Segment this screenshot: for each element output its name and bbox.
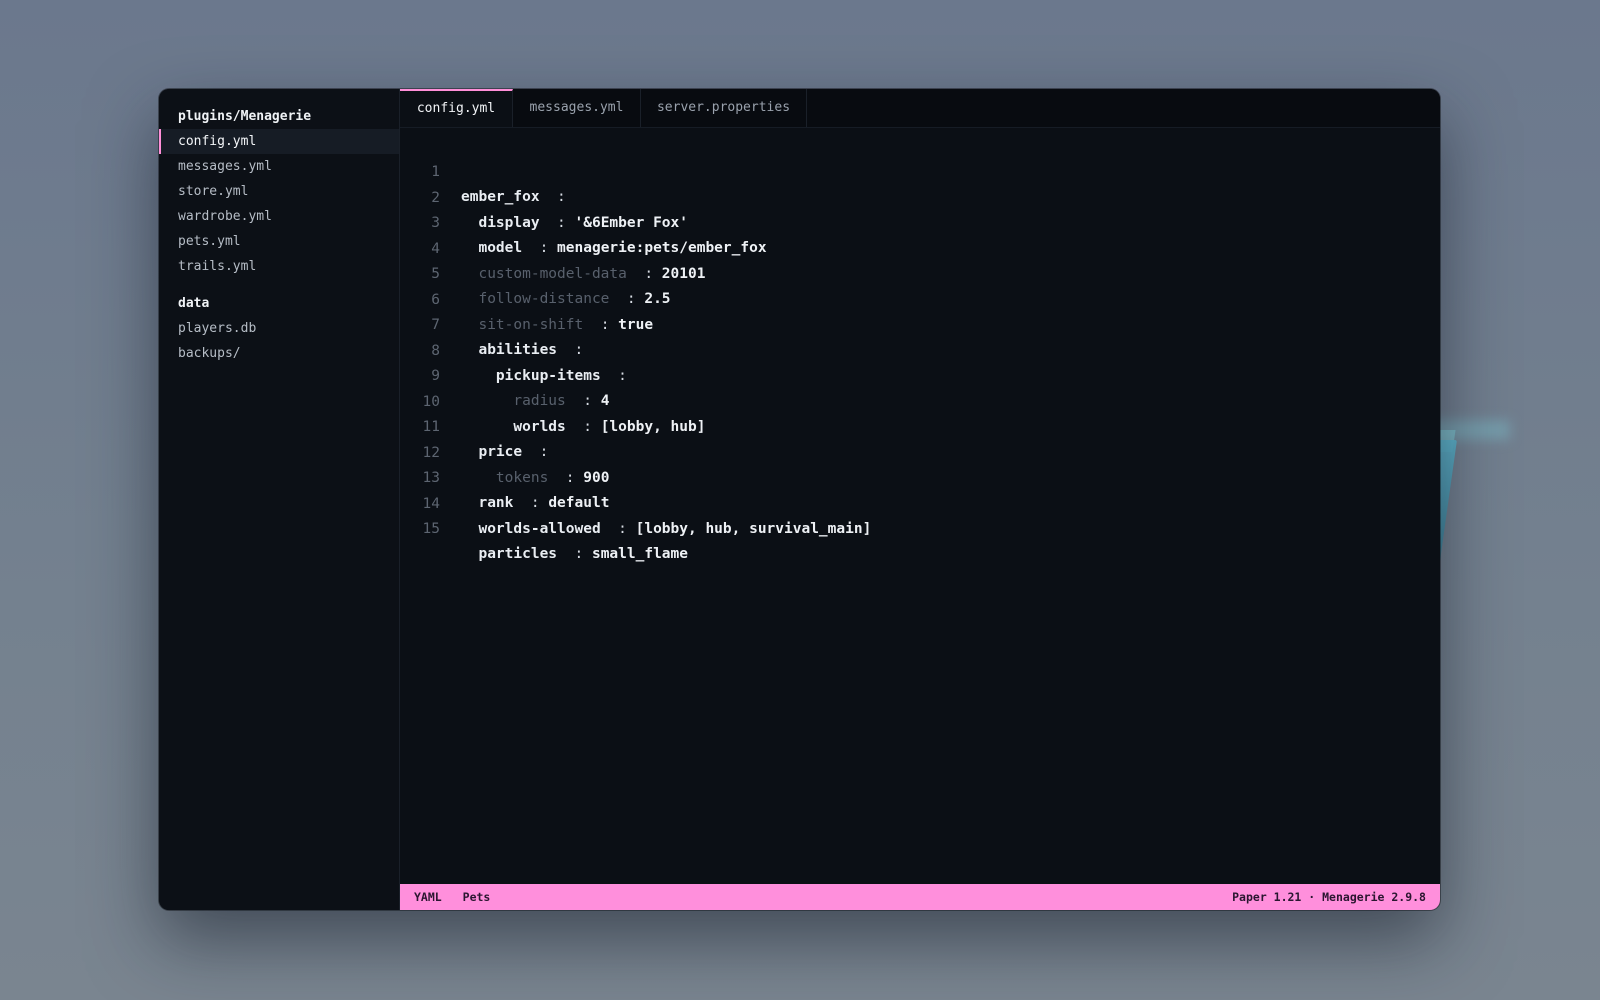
file-pets-yml[interactable]: pets.yml (159, 229, 399, 254)
code-line: 6 sit-on-shift : true (431, 291, 654, 333)
code-line: 9 radius : 4 (431, 368, 610, 409)
folder-plugins-menagerie[interactable]: plugins/Menagerie (178, 109, 311, 124)
status-language[interactable]: YAML (414, 890, 442, 904)
tab-config-yml[interactable]: config.yml (400, 89, 513, 127)
file-wardrobe-yml[interactable]: wardrobe.yml (159, 204, 399, 229)
status-version: Paper 1.21 · Menagerie 2.9.8 (1232, 890, 1426, 904)
file-store-yml[interactable]: store.yml (159, 179, 399, 204)
code-editor: config.yml messages.yml server.propertie… (400, 89, 1440, 910)
file-players-db[interactable]: players.db (159, 316, 399, 341)
tab-messages-yml[interactable]: messages.yml (513, 89, 641, 127)
folder-data[interactable]: data (178, 296, 209, 311)
code-line: 11 price : (422, 419, 549, 460)
tab-bar: config.yml messages.yml server.propertie… (400, 89, 1440, 128)
code-line: 4 custom-model-data : 20101 (431, 240, 706, 282)
file-explorer-sidebar: plugins/Menagerie config.yml messages.ym… (159, 89, 400, 910)
file-config-yml[interactable]: config.yml (159, 129, 399, 154)
folder-backups[interactable]: backups/ (159, 341, 399, 366)
code-line: 2 display : '&6Ember Fox' (431, 189, 688, 231)
tab-server-properties[interactable]: server.properties (641, 89, 807, 127)
code-line: 10 worlds : [lobby, hub] (422, 393, 706, 435)
code-line: 1 ember_fox : (431, 164, 566, 205)
code-line: 15 particles : small_flame (422, 521, 688, 562)
code-line: 13 rank : default (422, 470, 610, 511)
code-line: 12 tokens : 900 (422, 444, 610, 486)
code-line: 14 worlds-allowed : [lobby, hub, surviva… (422, 495, 872, 537)
code-line: 7 abilities : (431, 317, 584, 358)
file-trails-yml[interactable]: trails.yml (159, 254, 399, 279)
status-bar: YAML Pets Paper 1.21 · Menagerie 2.9.8 (400, 884, 1440, 910)
status-section[interactable]: Pets (463, 890, 491, 904)
editor-window: plugins/Menagerie config.yml messages.ym… (159, 89, 1440, 910)
file-messages-yml[interactable]: messages.yml (159, 154, 399, 179)
code-line: 5 follow-distance : 2.5 (431, 266, 671, 307)
code-line: 8 pickup-items : (431, 342, 627, 384)
code-line: 3 model : menagerie:pets/ember_fox (431, 215, 767, 256)
